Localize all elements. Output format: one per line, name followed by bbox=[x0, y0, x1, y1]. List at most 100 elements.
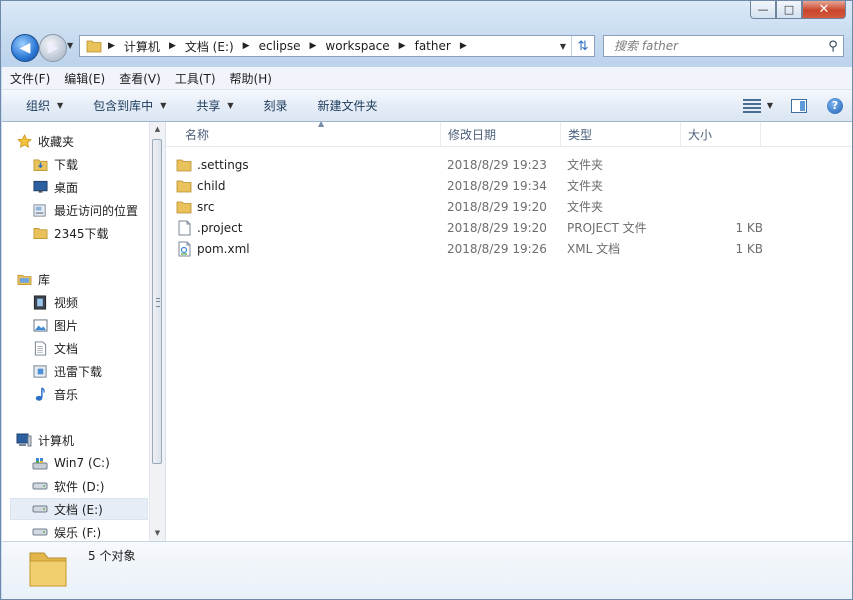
breadcrumb-label: father bbox=[414, 39, 451, 53]
nav-item-thunder-downloads[interactable]: 迅雷下载 bbox=[32, 360, 165, 382]
file-name: pom.xml bbox=[197, 241, 250, 256]
hard-drive-icon bbox=[32, 501, 48, 517]
pictures-icon bbox=[32, 317, 48, 333]
file-date: 2018/8/29 19:20 bbox=[447, 199, 547, 214]
column-size[interactable]: 大小 bbox=[681, 122, 761, 146]
file-date: 2018/8/29 19:20 bbox=[447, 220, 547, 235]
menu-file[interactable]: 文件(F) bbox=[2, 70, 58, 87]
arrow-left-icon: ◀ bbox=[19, 40, 31, 56]
nav-computer[interactable]: 计算机 bbox=[16, 429, 154, 451]
nav-item-recent-places[interactable]: 最近访问的位置 bbox=[32, 199, 165, 221]
system-drive-icon bbox=[32, 455, 48, 471]
nav-item-desktop[interactable]: 桌面 bbox=[32, 176, 165, 198]
file-icon bbox=[176, 220, 192, 236]
column-type[interactable]: 类型 bbox=[561, 122, 681, 146]
breadcrumb-label: workspace bbox=[325, 39, 390, 53]
scroll-down-button[interactable]: ▼ bbox=[150, 526, 165, 541]
nav-libraries-label: 库 bbox=[38, 272, 51, 287]
caption-buttons: — □ ✕ bbox=[750, 1, 846, 19]
close-button[interactable]: ✕ bbox=[802, 1, 846, 19]
nav-item-videos[interactable]: 视频 bbox=[32, 291, 165, 313]
chevron-down-icon: ▼ bbox=[57, 101, 64, 110]
breadcrumb-computer[interactable]: 计算机 ▶ bbox=[124, 38, 185, 55]
chevron-down-icon: ▼ bbox=[160, 101, 167, 110]
column-label: 大小 bbox=[688, 127, 713, 142]
file-type: 文件夹 bbox=[567, 158, 604, 172]
nav-item-2345-downloads[interactable]: 2345下载 bbox=[32, 222, 165, 244]
breadcrumb-separator[interactable]: ▶ bbox=[106, 41, 124, 51]
nav-item-label: 文档 (E:) bbox=[54, 502, 103, 517]
nav-item-label: 文档 bbox=[54, 341, 79, 356]
include-in-library-label: 包含到库中 bbox=[93, 99, 154, 113]
file-row[interactable]: pom.xml 2018/8/29 19:26 XML 文档 1 KB bbox=[176, 238, 776, 259]
nav-item-drive-e[interactable]: 文档 (E:) bbox=[10, 498, 148, 520]
views-dropdown[interactable]: ▼ bbox=[767, 101, 773, 110]
menu-tools[interactable]: 工具(T) bbox=[167, 70, 224, 87]
maximize-button[interactable]: □ bbox=[776, 1, 802, 19]
column-date-modified[interactable]: 修改日期 bbox=[441, 122, 561, 146]
search-icon[interactable]: ⚲ bbox=[823, 39, 843, 54]
menu-view[interactable]: 查看(V) bbox=[111, 70, 169, 87]
help-icon[interactable]: ? bbox=[827, 97, 843, 114]
navigation-pane: 收藏夹 下载 桌面 最近访问的位置 2345下载 库 视频 图片 文档 迅雷下载… bbox=[2, 122, 166, 541]
organize-button[interactable]: 组织 ▼ bbox=[2, 97, 75, 114]
search-box[interactable]: ⚲ bbox=[603, 35, 844, 57]
minimize-button[interactable]: — bbox=[750, 1, 776, 19]
nav-item-drive-c[interactable]: Win7 (C:) bbox=[32, 452, 165, 474]
nav-item-music[interactable]: 音乐 bbox=[32, 383, 165, 405]
address-dropdown[interactable]: ▼ bbox=[555, 42, 571, 51]
refresh-button[interactable]: ⇅ bbox=[571, 36, 594, 56]
forward-button[interactable]: ▶ bbox=[39, 34, 67, 62]
breadcrumb-drive-e[interactable]: 文档 (E:) ▶ bbox=[185, 38, 259, 55]
views-icon[interactable] bbox=[742, 98, 761, 113]
file-row[interactable]: child 2018/8/29 19:34 文件夹 bbox=[176, 175, 776, 196]
menu-help[interactable]: 帮助(H) bbox=[222, 70, 280, 87]
refresh-icon: ⇅ bbox=[577, 38, 589, 54]
file-date: 2018/8/29 19:23 bbox=[447, 157, 547, 172]
nav-item-drive-f[interactable]: 娱乐 (F:) bbox=[32, 521, 165, 541]
file-row[interactable]: .project 2018/8/29 19:20 PROJECT 文件 1 KB bbox=[176, 217, 776, 238]
nav-item-pictures[interactable]: 图片 bbox=[32, 314, 165, 336]
item-count: 5 个对象 bbox=[88, 549, 136, 563]
nav-item-label: 音乐 bbox=[54, 387, 79, 402]
details-pane: 5 个对象 bbox=[2, 541, 852, 599]
nav-computer-label: 计算机 bbox=[38, 433, 75, 448]
xml-file-icon bbox=[176, 241, 192, 257]
nav-item-label: 娱乐 (F:) bbox=[54, 525, 102, 540]
new-folder-label: 新建文件夹 bbox=[317, 99, 378, 113]
file-row[interactable]: .settings 2018/8/29 19:23 文件夹 bbox=[176, 154, 776, 175]
nav-favorites-label: 收藏夹 bbox=[38, 134, 75, 149]
nav-scrollbar[interactable]: ▲ ▼ bbox=[149, 122, 165, 541]
nav-item-downloads[interactable]: 下载 bbox=[32, 153, 165, 175]
command-bar: 组织 ▼ 包含到库中 ▼ 共享 ▼ 刻录 新建文件夹 ▼ ? bbox=[2, 90, 852, 122]
nav-item-documents[interactable]: 文档 bbox=[32, 337, 165, 359]
nav-item-drive-d[interactable]: 软件 (D:) bbox=[32, 475, 165, 497]
share-button[interactable]: 共享 ▼ bbox=[178, 97, 245, 114]
breadcrumb-father[interactable]: father ▶ bbox=[415, 39, 476, 53]
preview-pane-icon[interactable] bbox=[791, 98, 807, 113]
file-list: 名称 ▲ 修改日期 类型 大小 .settings 2018/8/29 19:23… bbox=[166, 122, 852, 541]
include-in-library-button[interactable]: 包含到库中 ▼ bbox=[75, 97, 178, 114]
nav-libraries[interactable]: 库 bbox=[16, 268, 154, 290]
search-input[interactable] bbox=[612, 38, 823, 54]
scrollbar-thumb[interactable] bbox=[152, 139, 162, 464]
breadcrumb-workspace[interactable]: workspace ▶ bbox=[325, 39, 414, 53]
nav-item-label: 图片 bbox=[54, 318, 79, 333]
nav-favorites[interactable]: 收藏夹 bbox=[16, 130, 154, 152]
file-row[interactable]: src 2018/8/29 19:20 文件夹 bbox=[176, 196, 776, 217]
nav-item-label: 最近访问的位置 bbox=[54, 203, 139, 218]
column-name[interactable]: 名称 ▲ bbox=[178, 122, 441, 146]
new-folder-button[interactable]: 新建文件夹 bbox=[300, 97, 390, 114]
scroll-up-button[interactable]: ▲ bbox=[150, 122, 165, 137]
burn-button[interactable]: 刻录 bbox=[246, 97, 300, 114]
library-icon bbox=[16, 271, 32, 287]
breadcrumb-eclipse[interactable]: eclipse ▶ bbox=[259, 39, 326, 53]
address-bar[interactable]: ▶ 计算机 ▶ 文档 (E:) ▶ eclipse ▶ workspace ▶ fath… bbox=[79, 35, 595, 57]
menu-edit[interactable]: 编辑(E) bbox=[56, 70, 113, 87]
file-name: src bbox=[197, 199, 215, 214]
back-button[interactable]: ◀ bbox=[11, 34, 39, 62]
column-label: 修改日期 bbox=[448, 127, 497, 142]
recent-pages-dropdown[interactable]: ▼ bbox=[67, 41, 73, 50]
desktop-icon bbox=[32, 179, 48, 195]
file-type: 文件夹 bbox=[567, 179, 604, 193]
